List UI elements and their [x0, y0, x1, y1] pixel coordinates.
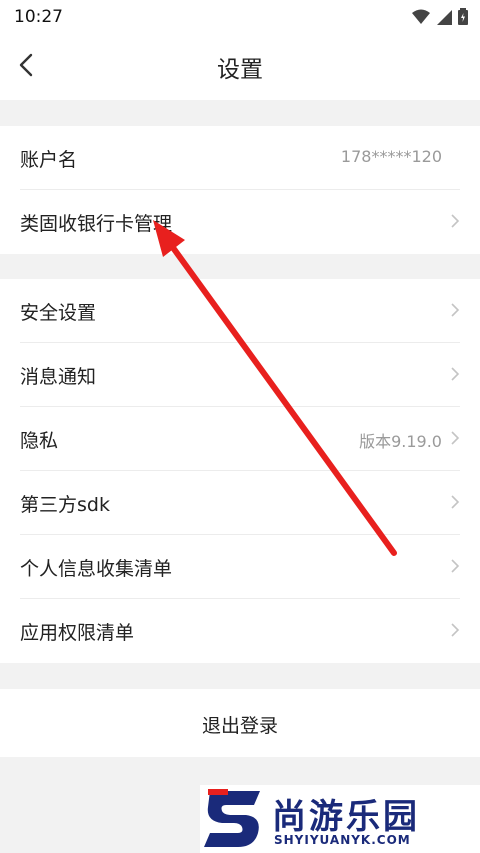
message-notification-label: 消息通知	[20, 366, 97, 388]
app-permissions-label: 应用权限清单	[20, 622, 135, 644]
status-time: 10:27	[14, 7, 63, 27]
privacy-label: 隐私	[20, 430, 59, 452]
bank-card-management-label: 类固收银行卡管理	[20, 213, 173, 235]
chevron-right-icon	[451, 431, 460, 445]
account-name-row[interactable]: 账户名 178*****120	[20, 126, 460, 190]
personal-info-list-row[interactable]: 个人信息收集清单	[20, 535, 460, 599]
chevron-right-icon	[451, 623, 460, 637]
chevron-right-icon	[451, 303, 460, 317]
signal-icon	[437, 9, 452, 25]
security-settings-label: 安全设置	[20, 302, 97, 324]
nav-bar: 设置	[0, 32, 480, 100]
chevron-right-icon	[451, 559, 460, 573]
watermark-url: SHYIYUANYK.COM	[274, 833, 411, 847]
app-permissions-row[interactable]: 应用权限清单	[20, 599, 460, 663]
chevron-right-icon	[451, 367, 460, 381]
third-party-sdk-label: 第三方sdk	[20, 494, 110, 516]
account-name-value: 178*****120	[340, 147, 442, 166]
settings-group: 安全设置 消息通知 隐私 版本9.19.0 第三方sdk 个人信息收集清单 应用…	[0, 279, 480, 663]
version-value: 版本9.19.0	[359, 432, 442, 451]
watermark-logo: 尚游乐园 SHYIYUANYK.COM	[200, 785, 480, 853]
watermark-s-logo	[204, 789, 260, 847]
bank-card-management-row[interactable]: 类固收银行卡管理	[20, 190, 460, 254]
logout-button[interactable]: 退出登录	[0, 689, 480, 757]
message-notification-row[interactable]: 消息通知	[20, 343, 460, 407]
account-group: 账户名 178*****120 类固收银行卡管理	[0, 126, 480, 254]
page-title: 设置	[217, 57, 263, 83]
account-name-label: 账户名	[20, 149, 78, 171]
status-bar: 10:27	[0, 0, 480, 32]
personal-info-list-label: 个人信息收集清单	[20, 558, 173, 580]
watermark-text: 尚游乐园	[272, 797, 420, 837]
wifi-icon	[412, 9, 430, 24]
third-party-sdk-row[interactable]: 第三方sdk	[20, 471, 460, 535]
status-icons	[412, 8, 468, 25]
chevron-right-icon	[451, 495, 460, 509]
logout-label: 退出登录	[201, 715, 278, 737]
security-settings-row[interactable]: 安全设置	[20, 279, 460, 343]
battery-icon	[458, 8, 468, 25]
privacy-row[interactable]: 隐私 版本9.19.0	[20, 407, 460, 471]
chevron-right-icon	[451, 214, 460, 228]
